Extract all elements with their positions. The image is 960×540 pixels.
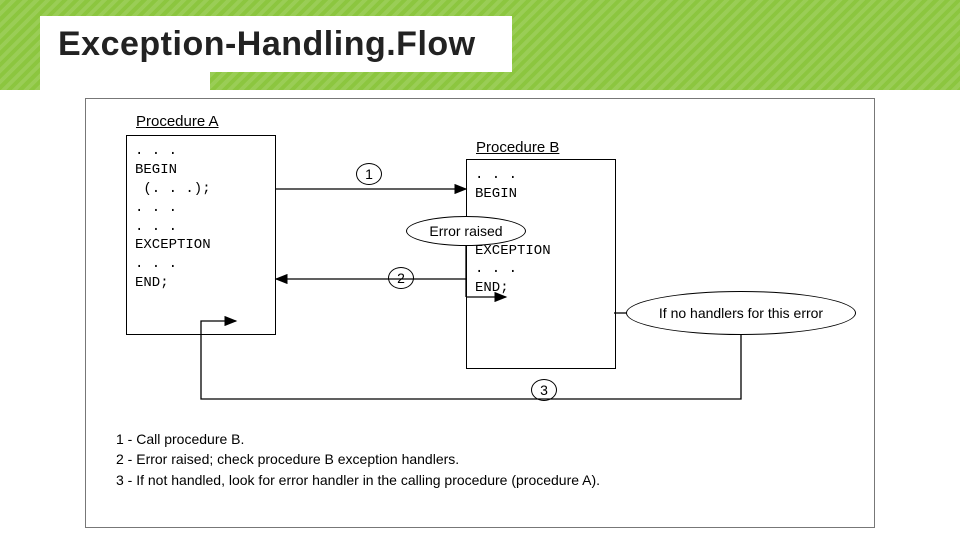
procedure-b-box: . . . BEGIN . . . EXCEPTION . . . END; bbox=[466, 159, 616, 369]
legend: 1 - Call procedure B. 2 - Error raised; … bbox=[116, 429, 600, 490]
title-banner: Exception-Handling.Flow bbox=[40, 16, 512, 72]
slide-title: Exception-Handling.Flow bbox=[58, 25, 476, 64]
error-raised-bubble: Error raised bbox=[406, 216, 526, 246]
procedure-b-label: Procedure B bbox=[476, 139, 559, 156]
step-2-marker: 2 bbox=[388, 267, 414, 289]
legend-line-3: 3 - If not handled, look for error handl… bbox=[116, 470, 600, 490]
procedure-a-label: Procedure A bbox=[136, 113, 219, 130]
legend-line-1: 1 - Call procedure B. bbox=[116, 429, 600, 449]
step-1-marker: 1 bbox=[356, 163, 382, 185]
title-zigzag-decoration bbox=[40, 72, 210, 90]
slide-header: Exception-Handling.Flow bbox=[0, 0, 960, 90]
procedure-a-box: . . . BEGIN (. . .); . . . . . . EXCEPTI… bbox=[126, 135, 276, 335]
legend-line-2: 2 - Error raised; check procedure B exce… bbox=[116, 449, 600, 469]
diagram-frame: Procedure A Procedure B . . . BEGIN (. .… bbox=[85, 98, 875, 528]
no-handlers-bubble: If no handlers for this error bbox=[626, 291, 856, 335]
step-3-marker: 3 bbox=[531, 379, 557, 401]
